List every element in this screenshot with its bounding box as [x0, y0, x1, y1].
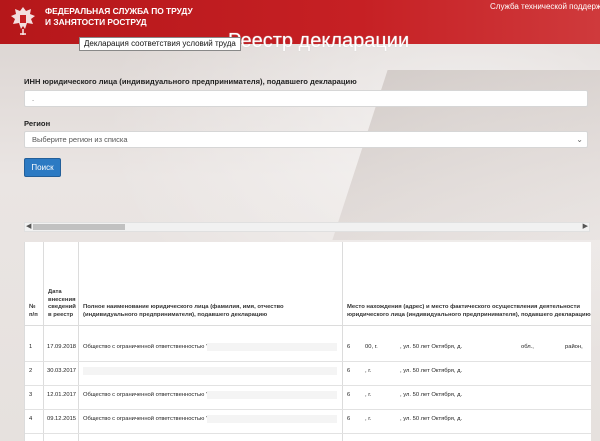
scrollbar-thumb[interactable] — [33, 224, 125, 230]
cell-address-part: 6 — [347, 416, 351, 422]
emblem-icon[interactable] — [9, 4, 37, 38]
support-link[interactable]: Служба технической поддержки — [490, 2, 600, 11]
redacted-text — [207, 343, 337, 351]
cell-address-part: , ул. 50 лет Октября, д. — [400, 368, 463, 374]
cell-address-part: , ул. 50 лет Октября, д. — [400, 392, 463, 398]
cell-name: Общество с ограниченной ответственностью… — [83, 392, 209, 398]
cell-num: 4 — [29, 416, 33, 422]
table-row[interactable]: 4 09.12.2015 Общество с ограниченной отв… — [25, 410, 591, 434]
column-header-name: Полное наименование юридического лица (ф… — [79, 242, 343, 326]
cell-name: Общество с ограниченной ответственностью… — [83, 344, 209, 350]
region-select[interactable]: Выберите регион из списка ⌄ — [24, 131, 588, 148]
cell-num: 2 — [29, 368, 33, 374]
cell-name: Общество с ограниченной ответственностью… — [83, 416, 209, 422]
cell-address-part: 6 — [347, 392, 351, 398]
region-label: Регион — [24, 119, 51, 128]
horizontal-scrollbar[interactable]: ◀ ▶ — [24, 222, 590, 232]
cell-address-part: 00, г. — [365, 344, 378, 350]
inn-input[interactable]: . — [24, 90, 588, 107]
declarations-table: № п/п Дата внесения сведений в реестр По… — [24, 242, 591, 441]
cell-date: 09.12.2015 — [47, 416, 77, 422]
cell-num: 1 — [29, 344, 33, 350]
tooltip: Декларация соответствия условий труда — [79, 37, 241, 51]
column-header-num: № п/п — [25, 242, 44, 326]
cell-address-part: , г. — [365, 392, 372, 398]
redacted-text — [207, 415, 337, 423]
cell-address-part: 6 — [347, 344, 351, 350]
cell-date: 30.03.2017 — [47, 368, 77, 374]
inn-label: ИНН юридического лица (индивидуального п… — [24, 77, 357, 86]
table-row[interactable]: 3 12.01.2017 Общество с ограниченной отв… — [25, 386, 591, 410]
search-button[interactable]: Поиск — [24, 158, 61, 177]
scroll-left-arrow-icon[interactable]: ◀ — [26, 222, 31, 230]
column-header-date: Дата внесения сведений в реестр — [44, 242, 79, 326]
cell-address-part: , г. — [365, 368, 372, 374]
cell-num: 3 — [29, 392, 33, 398]
column-header-address: Место нахождения (адрес) и место фактиче… — [343, 242, 591, 326]
cell-address-part: обл., — [521, 344, 534, 350]
cell-address-part: , ул. 50 лет Октября, д. — [400, 416, 463, 422]
cell-address-part: , ул. 50 лет Октября, д. — [400, 344, 463, 350]
cell-address-part: 6 — [347, 368, 351, 374]
cell-date: 17.09.2018 — [47, 344, 77, 350]
cell-date: 12.01.2017 — [47, 392, 77, 398]
scroll-right-arrow-icon[interactable]: ▶ — [583, 222, 588, 230]
table-row[interactable]: 1 17.09.2018 Общество с ограниченной отв… — [25, 338, 591, 362]
inn-input-value: . — [32, 94, 35, 103]
cell-address-part: , г. — [365, 416, 372, 422]
chevron-down-icon: ⌄ — [576, 135, 583, 144]
table-row[interactable]: 2 30.03.2017 6 , г. , ул. 50 лет Октября… — [25, 362, 591, 386]
org-name[interactable]: ФЕДЕРАЛЬНАЯ СЛУЖБА ПО ТРУДУ И ЗАНЯТОСТИ … — [45, 6, 195, 27]
redacted-text — [83, 367, 337, 375]
cell-address-part: район, — [565, 344, 583, 350]
region-select-placeholder: Выберите регион из списка — [32, 135, 128, 144]
page-title: Реестр декларации — [228, 30, 410, 52]
redacted-text — [207, 391, 337, 399]
